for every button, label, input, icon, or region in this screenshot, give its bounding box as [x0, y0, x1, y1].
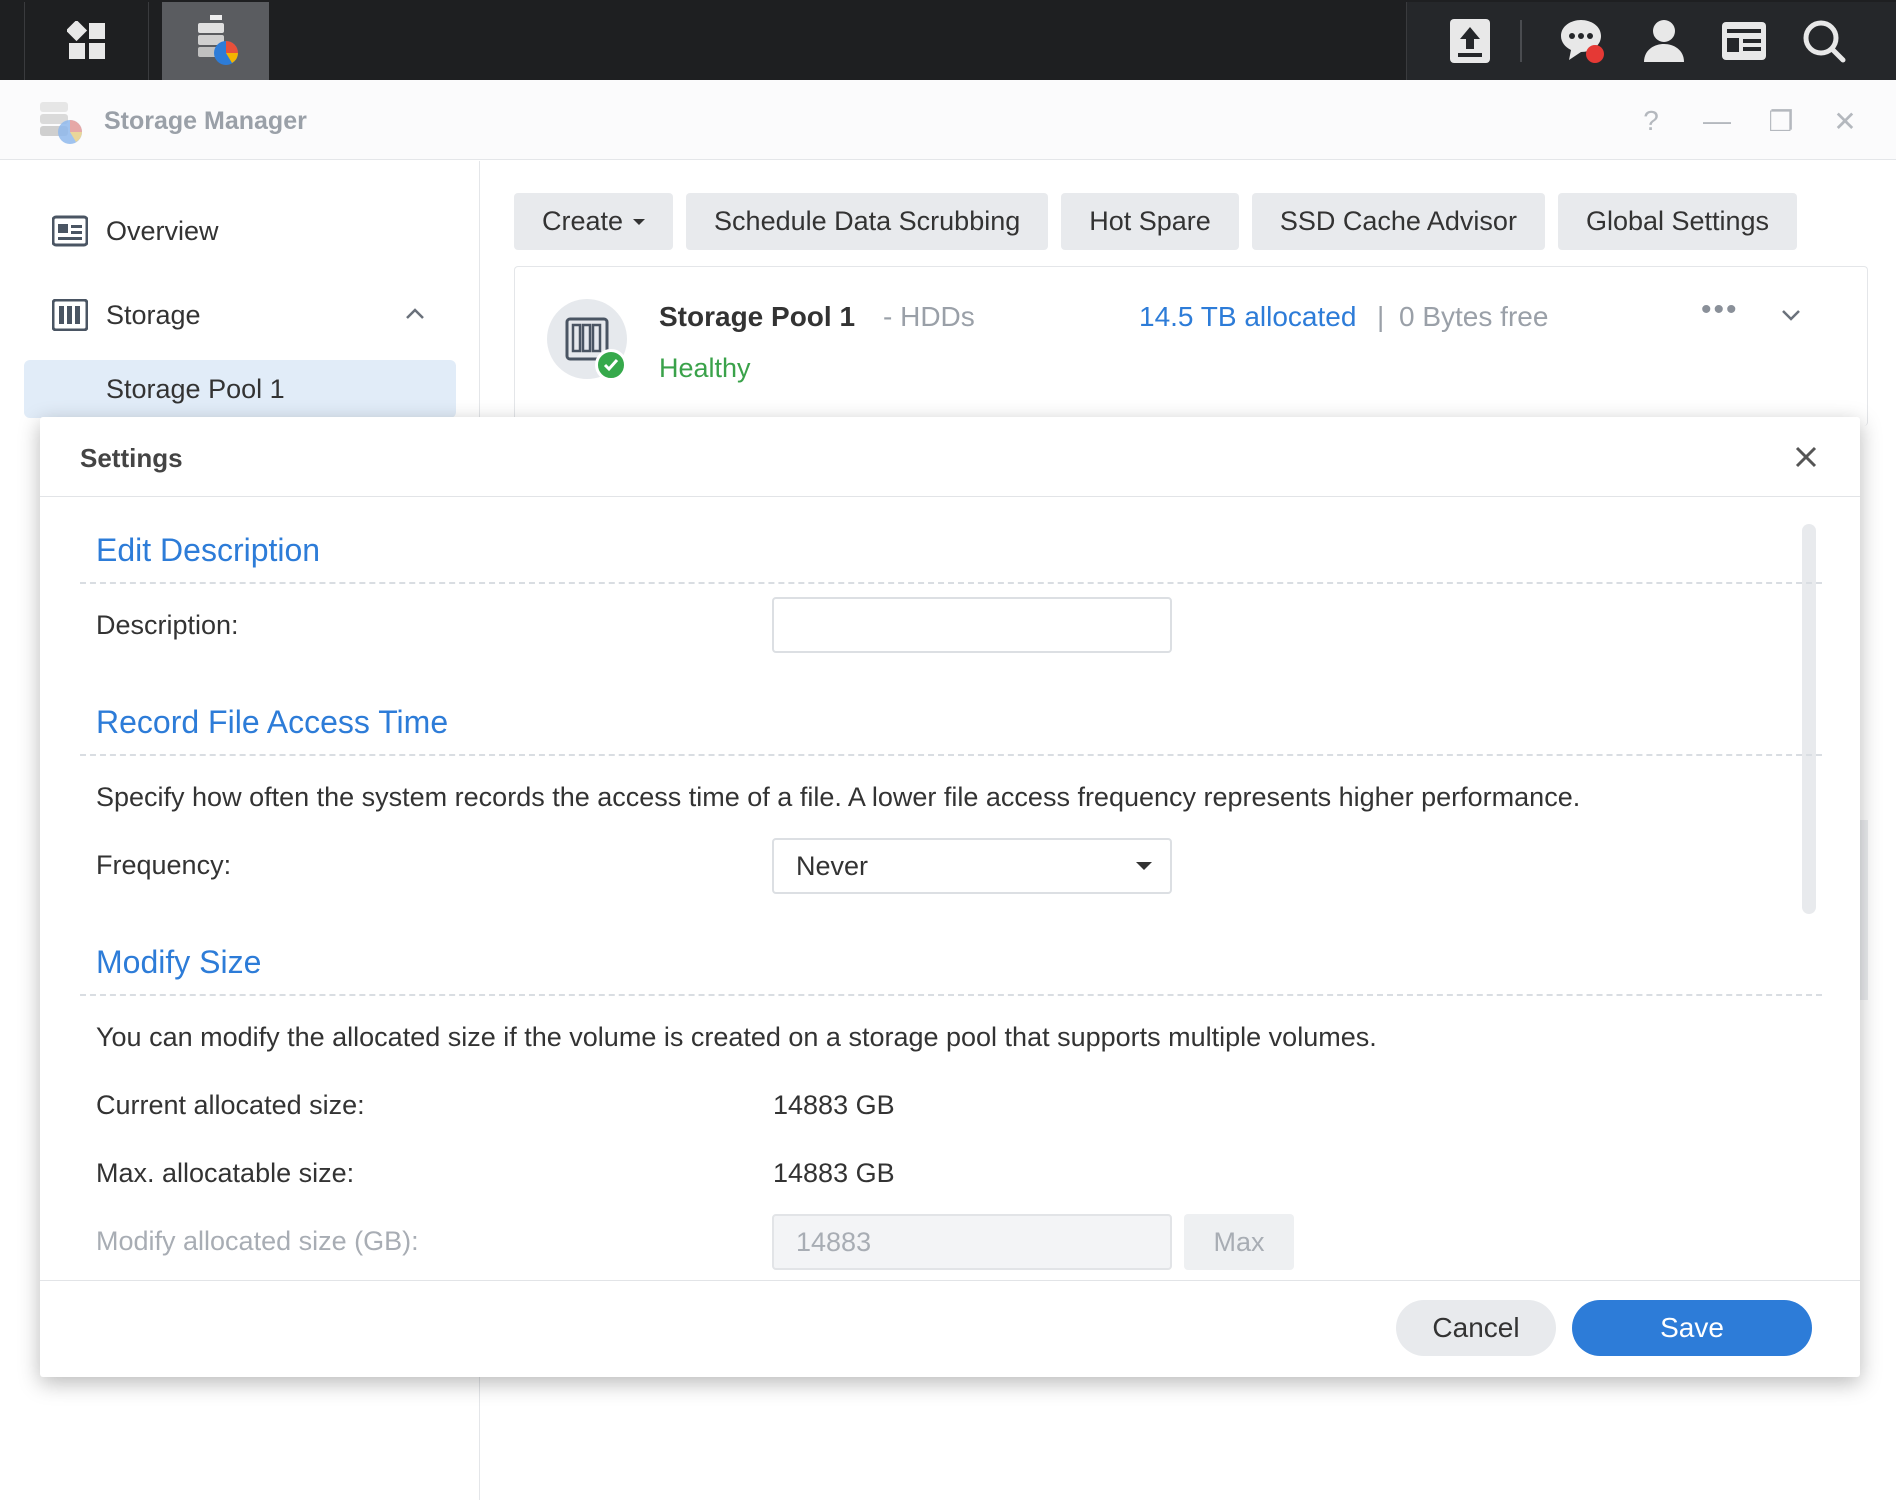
close-icon: ✕ — [1833, 105, 1857, 137]
chevron-up-icon[interactable] — [404, 303, 426, 325]
restore-button[interactable]: ❐ — [1764, 104, 1798, 138]
save-button[interactable]: Save — [1572, 1300, 1812, 1356]
ssd-cache-advisor-button[interactable]: SSD Cache Advisor — [1251, 193, 1545, 250]
window-title: Storage Manager — [104, 107, 307, 135]
pool-status: Healthy — [659, 353, 751, 383]
max-size-value: 14883 GB — [773, 1158, 895, 1188]
search-button[interactable] — [1799, 16, 1849, 66]
healthy-check-icon — [595, 349, 627, 381]
max-size-label: Max. allocatable size: — [96, 1158, 355, 1188]
main-menu-button[interactable] — [25, 2, 149, 80]
more-options-icon[interactable]: ••• — [1701, 293, 1739, 327]
pool-name: Storage Pool 1 — [659, 301, 856, 332]
sidebar-item-storage[interactable]: Storage — [52, 299, 432, 331]
dialog-title: Settings — [80, 443, 183, 473]
section-title-modify-size: Modify Size — [96, 944, 262, 980]
section-divider — [80, 582, 1822, 584]
pool-type: - HDDs — [883, 301, 975, 332]
storage-manager-app-icon — [197, 15, 238, 65]
current-size-value: 14883 GB — [773, 1090, 895, 1120]
widgets-icon — [1722, 22, 1766, 60]
section-divider — [80, 754, 1822, 756]
hot-spare-button[interactable]: Hot Spare — [1061, 193, 1239, 250]
upload-icon — [1450, 19, 1490, 63]
main-menu-icon — [66, 21, 105, 59]
window-header: Storage Manager ? — ❐ ✕ — [0, 80, 1896, 160]
overview-icon — [52, 215, 88, 247]
upload-button[interactable] — [1445, 16, 1495, 66]
storage-icon — [52, 299, 88, 331]
frequency-select[interactable]: Never — [772, 838, 1172, 894]
taskbar-right — [1406, 2, 1896, 80]
dialog-close-icon[interactable] — [1788, 439, 1824, 475]
section-divider — [80, 994, 1822, 996]
description-input[interactable] — [772, 597, 1172, 653]
toolbar: Create Schedule Data Scrubbing Hot Spare… — [514, 193, 1798, 250]
taskbar-left — [0, 2, 269, 80]
restore-icon: ❐ — [1768, 105, 1794, 137]
schedule-scrubbing-button[interactable]: Schedule Data Scrubbing — [686, 193, 1049, 250]
taskbar-separator — [0, 2, 25, 80]
help-button[interactable]: ? — [1634, 104, 1668, 138]
dialog-footer: Cancel Save — [40, 1280, 1860, 1377]
access-time-help-text: Specify how often the system records the… — [96, 782, 1581, 812]
chat-notification-icon — [1561, 20, 1604, 63]
frequency-label: Frequency: — [96, 850, 232, 880]
frequency-value: Never — [796, 851, 869, 881]
minimize-button[interactable]: — — [1700, 104, 1734, 138]
storage-manager-logo-icon — [40, 102, 82, 144]
dialog-body: Edit Description Description: Record Fil… — [40, 498, 1860, 1280]
sidebar-item-overview[interactable]: Overview — [52, 215, 219, 247]
sidebar-item-label: Overview — [106, 215, 219, 246]
storage-manager-taskbar-button[interactable] — [162, 2, 269, 80]
global-settings-button[interactable]: Global Settings — [1557, 193, 1798, 250]
sidebar-item-storage-pool-1[interactable]: Storage Pool 1 — [24, 360, 456, 418]
help-icon: ? — [1643, 105, 1659, 136]
dialog-header: Settings — [40, 417, 1860, 497]
storage-pool-card: Storage Pool 1 - HDDs Healthy 14.5 TB al… — [514, 266, 1868, 426]
chevron-down-icon[interactable] — [1775, 299, 1807, 331]
background-panel-edge — [1860, 820, 1868, 1000]
window-close-button[interactable]: ✕ — [1828, 104, 1862, 138]
widgets-button[interactable] — [1719, 16, 1769, 66]
create-label: Create — [542, 206, 624, 236]
minimize-icon: — — [1703, 105, 1731, 136]
cancel-button[interactable]: Cancel — [1396, 1300, 1556, 1356]
sidebar-item-label: Storage — [106, 299, 201, 330]
taskbar — [0, 0, 1896, 80]
current-size-label: Current allocated size: — [96, 1090, 365, 1120]
user-icon — [1644, 20, 1684, 62]
search-icon — [1803, 20, 1846, 63]
pool-free: 0 Bytes free — [1399, 301, 1549, 332]
user-button[interactable] — [1639, 16, 1689, 66]
section-title-edit-description: Edit Description — [96, 532, 321, 568]
settings-dialog: Settings Edit Description Description: R… — [40, 417, 1860, 1377]
modify-size-input[interactable] — [772, 1214, 1172, 1270]
pool-allocated: 14.5 TB allocated — [1139, 301, 1357, 332]
create-button[interactable]: Create — [514, 193, 674, 250]
section-title-access-time: Record File Access Time — [96, 704, 449, 740]
taskbar-divider — [1520, 20, 1522, 62]
modify-size-help-text: You can modify the allocated size if the… — [96, 1022, 1377, 1052]
caret-down-icon — [1136, 862, 1152, 870]
caret-down-icon — [633, 218, 646, 225]
description-label: Description: — [96, 610, 239, 640]
chat-button[interactable] — [1557, 16, 1607, 66]
pool-separator: | — [1377, 301, 1385, 332]
max-button[interactable]: Max — [1184, 1214, 1294, 1270]
modify-size-label: Modify allocated size (GB): — [96, 1226, 419, 1256]
